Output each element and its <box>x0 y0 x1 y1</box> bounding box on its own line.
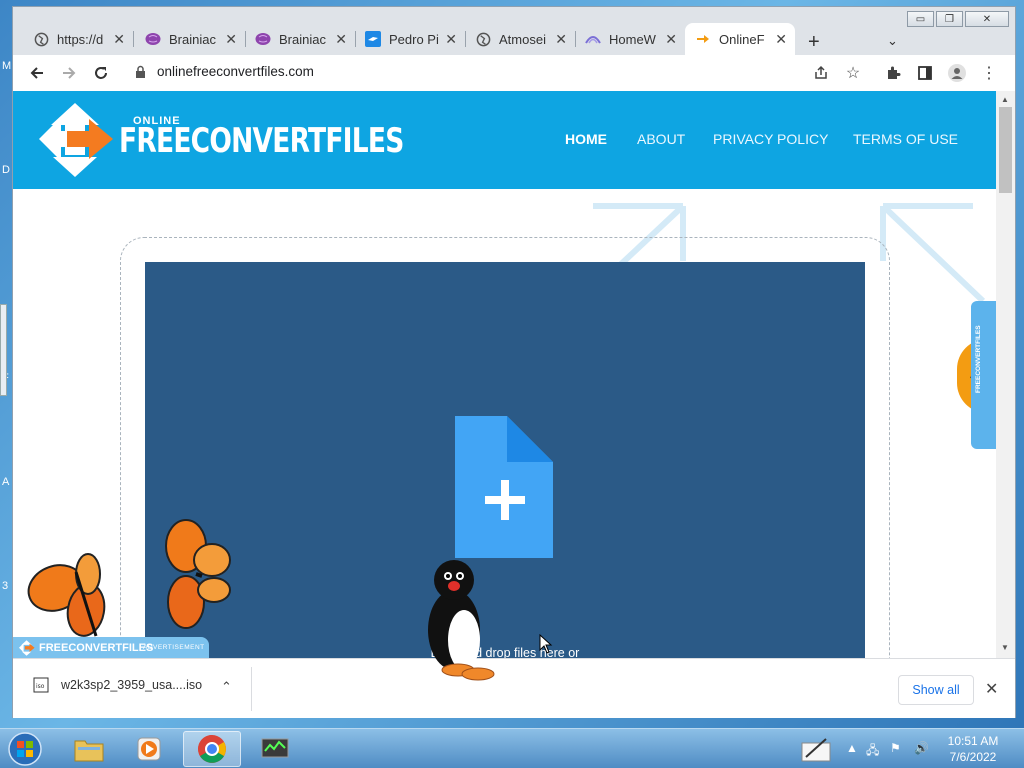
page-viewport: ONLINE FREECONVERTFILES HOME ABOUT PRIVA… <box>13 91 996 658</box>
tab[interactable]: Brainiac ✕ <box>245 23 356 55</box>
site-logo-icon[interactable] <box>39 103 115 177</box>
start-button-icon[interactable] <box>6 731 44 767</box>
side-tab-text: FREECONVERTFILES <box>975 325 982 393</box>
tab-strip: https://d ✕ Brainiac ✕ Brainiac ✕ Pedro … <box>13 21 1017 55</box>
iso-file-icon: iso <box>33 677 49 693</box>
tab-active[interactable]: OnlineF ✕ <box>685 23 795 55</box>
logo-text[interactable]: FREECONVERTFILES <box>119 121 404 161</box>
side-floating-tab[interactable]: FREECONVERTFILES <box>971 301 996 449</box>
taskbar: ▲ 🖧 ⚑ 🔊 10:51 AM 7/6/2022 <box>0 728 1024 768</box>
folder-icon <box>74 740 104 762</box>
extensions-icon[interactable] <box>883 63 903 83</box>
mouse-cursor-icon <box>539 634 553 654</box>
penguin-icon <box>428 560 495 681</box>
add-file-icon[interactable] <box>455 416 555 558</box>
scroll-up-arrow-icon[interactable]: ▲ <box>1001 95 1009 104</box>
close-tab-icon[interactable]: ✕ <box>665 31 677 48</box>
download-item[interactable]: iso w2k3sp2_3959_usa....iso <box>33 677 202 693</box>
globe-icon <box>475 31 491 47</box>
pedro-icon <box>365 31 381 47</box>
scrollbar-thumb[interactable] <box>999 107 1012 193</box>
share-icon[interactable] <box>811 63 831 83</box>
desktop-icon-label[interactable]: A <box>2 476 9 488</box>
pen-input-icon[interactable] <box>800 735 834 763</box>
new-tab-button[interactable]: + <box>808 31 820 54</box>
lock-icon[interactable] <box>135 65 146 84</box>
tab-title: HomeW <box>609 31 656 47</box>
tab-title: https://d <box>57 31 104 47</box>
desktop-icon-label[interactable]: D <box>2 164 10 176</box>
taskbar-explorer[interactable] <box>60 731 118 767</box>
nav-terms-of-use[interactable]: TERMS OF USE <box>853 131 958 147</box>
show-all-button[interactable]: Show all <box>898 675 974 705</box>
reload-icon[interactable] <box>91 63 111 83</box>
site-header: ONLINE FREECONVERTFILES HOME ABOUT PRIVA… <box>13 91 996 189</box>
clock-time: 10:51 AM <box>947 734 999 748</box>
svg-text:iso: iso <box>36 683 45 690</box>
taskbar-media-player[interactable] <box>120 731 178 767</box>
tab-search-icon[interactable]: ⌄ <box>887 33 898 49</box>
profile-avatar-icon[interactable] <box>947 63 967 83</box>
tab-title: Brainiac <box>279 31 326 47</box>
close-tab-icon[interactable]: ✕ <box>555 31 567 48</box>
close-tab-icon[interactable]: ✕ <box>113 31 125 48</box>
close-tab-icon[interactable]: ✕ <box>775 31 787 48</box>
arrow-icon <box>695 31 711 47</box>
page-scrollbar[interactable]: ▲ ▼ <box>996 91 1015 658</box>
file-dropzone[interactable]: Drag and drop files here or <box>145 262 865 658</box>
tab[interactable]: Atmosei ✕ <box>465 23 576 55</box>
close-download-bar-icon[interactable]: ✕ <box>985 679 998 699</box>
tab[interactable]: HomeW ✕ <box>575 23 685 55</box>
forward-icon[interactable] <box>59 63 79 83</box>
side-panel-icon[interactable] <box>915 63 935 83</box>
tray-expand-icon[interactable]: ▲ <box>846 741 858 755</box>
clock-date: 7/6/2022 <box>949 750 997 764</box>
tab-title: Pedro Pi <box>389 31 439 47</box>
brain-icon <box>255 31 271 47</box>
media-player-icon <box>137 737 161 761</box>
network-monitor-icon <box>261 738 289 758</box>
ad-label: ADVERTISEMENT <box>143 644 205 651</box>
nav-home[interactable]: HOME <box>565 131 607 147</box>
bookmark-star-icon[interactable]: ☆ <box>843 63 863 83</box>
close-tab-icon[interactable]: ✕ <box>445 31 457 48</box>
address-bar[interactable]: onlinefreeconvertfiles.com <box>157 64 314 79</box>
download-filename: w2k3sp2_3959_usa....iso <box>61 678 203 692</box>
wave-icon <box>585 31 601 47</box>
menu-kebab-icon[interactable]: ⋮ <box>979 63 999 83</box>
volume-icon[interactable]: 🔊 <box>914 741 929 755</box>
action-center-flag-icon[interactable]: ⚑ <box>890 741 901 755</box>
tab[interactable]: https://d ✕ <box>23 23 134 55</box>
chevron-up-icon[interactable]: ⌃ <box>221 679 232 695</box>
chrome-icon <box>198 735 226 763</box>
divider <box>251 667 252 711</box>
close-tab-icon[interactable]: ✕ <box>225 31 237 48</box>
ad-logo-text: FREECONVERTFILES <box>39 642 154 654</box>
close-tab-icon[interactable]: ✕ <box>335 31 347 48</box>
taskbar-chrome[interactable] <box>183 731 241 767</box>
tab-title: OnlineF <box>719 31 765 47</box>
desktop-icon-label[interactable]: 3 <box>2 580 8 592</box>
taskbar-network-app[interactable] <box>246 731 304 767</box>
ad-logo-icon <box>19 640 35 656</box>
tab-title: Brainiac <box>169 31 216 47</box>
tab-title: Atmosei <box>499 31 546 47</box>
tab[interactable]: Brainiac ✕ <box>135 23 246 55</box>
brain-icon <box>145 31 161 47</box>
back-icon[interactable] <box>27 63 47 83</box>
desktop-icon-label[interactable]: M <box>2 60 11 72</box>
butterfly-icon <box>27 553 106 637</box>
globe-icon <box>33 31 49 47</box>
system-clock[interactable]: 10:51 AM 7/6/2022 <box>940 733 1006 765</box>
butterfly-icon <box>165 519 231 629</box>
download-bar: iso w2k3sp2_3959_usa....iso ⌃ Show all ✕ <box>13 658 1015 718</box>
network-icon[interactable]: 🖧 <box>866 741 879 762</box>
nav-about[interactable]: ABOUT <box>637 131 685 147</box>
desktop-gadget[interactable] <box>0 304 7 396</box>
nav-privacy-policy[interactable]: PRIVACY POLICY <box>713 131 828 147</box>
tab[interactable]: Pedro Pi ✕ <box>355 23 466 55</box>
scroll-down-arrow-icon[interactable]: ▼ <box>1001 643 1009 652</box>
browser-toolbar: onlinefreeconvertfiles.com ☆ ⋮ <box>13 55 1015 91</box>
